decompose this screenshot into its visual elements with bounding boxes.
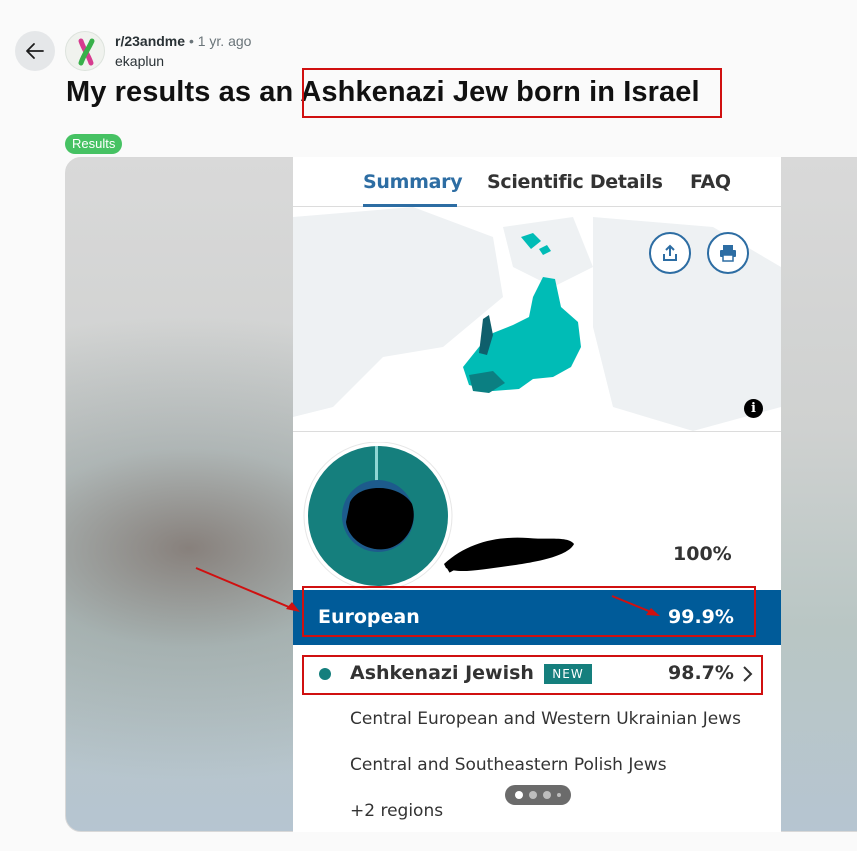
ashkenazi-percent: 98.7% — [668, 662, 734, 684]
pager-dot[interactable] — [515, 791, 523, 799]
total-percent: 100% — [673, 543, 732, 565]
new-badge: NEW — [544, 664, 592, 684]
meta-separator: • — [188, 33, 194, 49]
more-regions-link[interactable]: +2 regions — [350, 801, 443, 821]
tab-summary[interactable]: Summary — [363, 171, 463, 193]
european-annotation-box — [302, 586, 756, 637]
pager-dot[interactable] — [529, 791, 537, 799]
annotation-arrow-right — [611, 595, 660, 616]
pager-dot[interactable] — [557, 793, 561, 797]
annotation-arrow-left — [195, 567, 300, 612]
carousel-pager[interactable] — [505, 785, 571, 805]
back-button[interactable] — [15, 31, 55, 71]
title-prefix: My results as an — [66, 76, 294, 108]
ashkenazi-color-dot — [319, 668, 331, 680]
print-button[interactable] — [707, 232, 749, 274]
ashkenazi-label[interactable]: Ashkenazi Jewish — [350, 662, 534, 684]
sub-region-item[interactable]: Central and Southeastern Polish Jews — [350, 755, 667, 775]
subreddit-name[interactable]: r/23andme — [115, 33, 185, 49]
print-icon — [720, 245, 736, 262]
chevron-right-icon[interactable] — [741, 664, 753, 690]
post-flair[interactable]: Results — [65, 134, 123, 154]
arrow-left-icon — [26, 43, 44, 59]
map-divider — [293, 431, 781, 432]
tab-scientific-details[interactable]: Scientific Details — [487, 171, 663, 193]
dna-logo-icon — [78, 38, 95, 66]
pager-dot[interactable] — [543, 791, 551, 799]
map-graphic — [293, 207, 781, 431]
tab-faq[interactable]: FAQ — [690, 171, 731, 193]
post-author[interactable]: ekaplun — [115, 53, 164, 69]
subreddit-avatar[interactable] — [65, 31, 105, 71]
share-button[interactable] — [649, 232, 691, 274]
title-annotation-box — [302, 68, 722, 118]
ancestry-map — [293, 207, 781, 431]
info-icon[interactable]: i — [744, 399, 763, 418]
share-icon — [663, 244, 677, 261]
ancestry-donut — [303, 442, 453, 591]
post-meta: r/23andme • 1 yr. ago — [115, 33, 251, 49]
sub-region-item[interactable]: Central European and Western Ukrainian J… — [350, 709, 741, 729]
post-time: 1 yr. ago — [197, 33, 252, 49]
redaction-scribble — [444, 537, 574, 573]
